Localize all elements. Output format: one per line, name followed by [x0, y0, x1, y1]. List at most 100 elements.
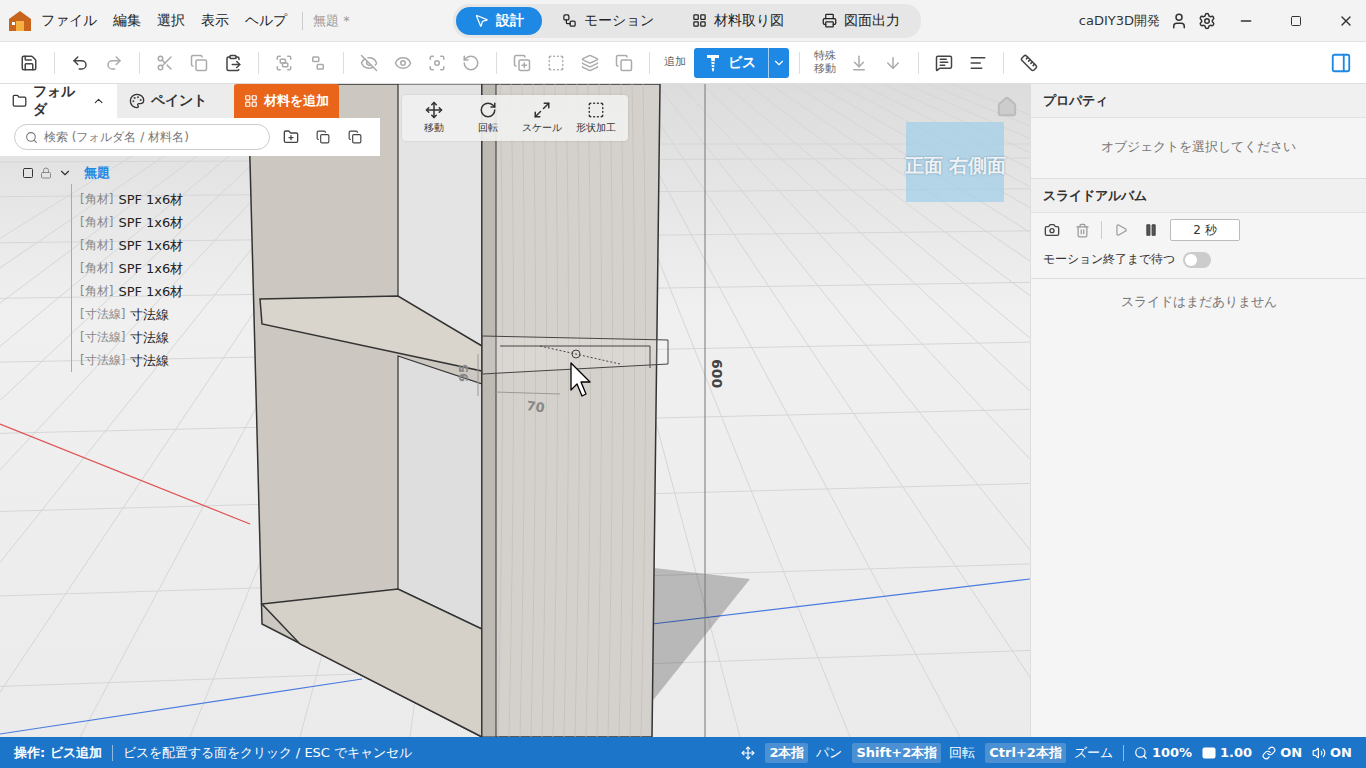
arrow-down-icon	[884, 54, 902, 72]
cut-button[interactable]	[150, 48, 180, 78]
annotation-button[interactable]	[929, 48, 959, 78]
print-icon	[822, 13, 837, 28]
lower-opening	[398, 356, 482, 629]
copy-icon	[190, 54, 208, 72]
blocks-icon	[244, 94, 258, 108]
mode-tab[interactable]: 設計	[456, 7, 542, 35]
undo-icon	[71, 54, 89, 72]
wait-toggle[interactable]	[1183, 252, 1211, 268]
maximize-button[interactable]	[1276, 1, 1316, 41]
3d-scene[interactable]: 6009570	[0, 84, 1030, 737]
transform-tool[interactable]: 形状加工	[570, 101, 622, 135]
hd-icon	[1202, 747, 1216, 759]
motion-icon	[562, 13, 577, 28]
screw-icon	[706, 54, 720, 72]
link-status[interactable]: ON	[1262, 745, 1302, 760]
mode-tab[interactable]: 図面出力	[804, 7, 918, 35]
search-input[interactable]: 検索 (フォルダ名 / 材料名)	[14, 124, 270, 150]
sound-status[interactable]: ON	[1312, 745, 1352, 760]
cube-face[interactable]: 正面	[905, 153, 943, 179]
gear-icon[interactable]	[1198, 12, 1216, 30]
tree-item[interactable]: [寸法線]寸法線	[80, 349, 380, 372]
dimension-label: 95	[456, 364, 471, 382]
transform-tool[interactable]: 回転	[462, 101, 514, 135]
middle-shelf[interactable]	[260, 296, 482, 371]
scissors-icon	[156, 54, 174, 72]
menu-item[interactable]: 選択	[150, 8, 192, 34]
tree-item[interactable]: [角材]SPF 1x6材	[80, 211, 380, 234]
reset-icon	[462, 54, 480, 72]
close-button[interactable]	[1326, 1, 1366, 41]
cube-face[interactable]: 右側面	[949, 153, 1006, 179]
tree-item[interactable]: [角材]SPF 1x6材	[80, 234, 380, 257]
hide-button[interactable]	[354, 48, 384, 78]
mode-tab[interactable]: モーション	[544, 7, 672, 35]
save-button[interactable]	[14, 48, 44, 78]
transform-tool[interactable]: 移動	[408, 101, 460, 135]
dimension-line	[494, 392, 560, 394]
select-button[interactable]	[541, 48, 571, 78]
ungroup-button[interactable]	[303, 48, 333, 78]
measure-button[interactable]	[1014, 48, 1044, 78]
screw-button[interactable]: ビス	[694, 48, 789, 78]
collapse-all-button[interactable]	[344, 130, 366, 144]
copy-button[interactable]	[184, 48, 214, 78]
view-cube[interactable]: 正面右側面	[906, 122, 1004, 202]
focus-button[interactable]	[422, 48, 452, 78]
menu-item[interactable]: 編集	[106, 8, 148, 34]
user-icon[interactable]	[1170, 12, 1188, 30]
panel-toggle-button[interactable]	[1326, 48, 1356, 78]
trash-icon	[1075, 223, 1090, 238]
pause-button[interactable]	[1140, 219, 1162, 241]
tree-item[interactable]: [寸法線]寸法線	[80, 326, 380, 349]
checkbox-icon[interactable]	[22, 167, 34, 179]
chevron-down-icon[interactable]	[58, 166, 72, 180]
play-button[interactable]	[1110, 219, 1132, 241]
snap-button[interactable]	[878, 48, 908, 78]
copy-layer-button[interactable]	[609, 48, 639, 78]
duplicate-button[interactable]	[507, 48, 537, 78]
tree-item[interactable]: [角材]SPF 1x6材	[80, 188, 380, 211]
align-button[interactable]	[963, 48, 993, 78]
show-button[interactable]	[388, 48, 418, 78]
toggle-label: モーション終了まで待つ	[1043, 251, 1175, 268]
viewport[interactable]: 6009570フォルダペイント材料を追加検索 (フォルダ名 / 材料名) 無題 [角…	[0, 84, 1030, 737]
tree-item[interactable]: [角材]SPF 1x6材	[80, 257, 380, 280]
add-material-button[interactable]: 材料を追加	[234, 84, 339, 118]
delete-button[interactable]	[1071, 219, 1093, 241]
undo-button[interactable]	[65, 48, 95, 78]
menu-item[interactable]: ファイル	[34, 8, 104, 34]
capture-button[interactable]	[1041, 219, 1063, 241]
group-button[interactable]	[269, 48, 299, 78]
drop-button[interactable]	[844, 48, 874, 78]
scale-level[interactable]: 1.00	[1202, 745, 1252, 760]
mode-tab[interactable]: 材料取り図	[674, 7, 802, 35]
side-board[interactable]	[248, 84, 482, 737]
bottom-shelf[interactable]	[262, 589, 482, 737]
new-folder-button[interactable]	[280, 129, 302, 145]
tree-root[interactable]: 無題	[22, 162, 380, 184]
front-board-edge	[482, 84, 496, 737]
search-icon	[25, 131, 38, 144]
lock-icon[interactable]	[40, 167, 52, 179]
menu-item[interactable]: 表示	[194, 8, 236, 34]
app-logo-icon	[8, 10, 32, 32]
paste-button[interactable]	[218, 48, 248, 78]
front-board[interactable]	[482, 84, 660, 737]
reset-button[interactable]	[456, 48, 486, 78]
tree-item[interactable]: [寸法線]寸法線	[80, 303, 380, 326]
maximize-icon	[1290, 15, 1302, 27]
panel-tab[interactable]: フォルダ	[0, 84, 117, 118]
home-button[interactable]	[996, 96, 1018, 122]
expand-all-button[interactable]	[312, 130, 334, 144]
layer-button[interactable]	[575, 48, 605, 78]
interval-input[interactable]: 2 秒	[1170, 219, 1240, 241]
zoom-level[interactable]: 100%	[1134, 745, 1192, 760]
redo-button[interactable]	[99, 48, 129, 78]
panel-tab[interactable]: ペイント	[117, 84, 234, 118]
tree-item[interactable]: [角材]SPF 1x6材	[80, 280, 380, 303]
hint-text: ビスを配置する面をクリック / ESC でキャンセル	[123, 744, 412, 762]
minimize-button[interactable]	[1226, 1, 1266, 41]
menu-item[interactable]: ヘルプ	[238, 8, 294, 34]
transform-tool[interactable]: スケール	[516, 101, 568, 135]
